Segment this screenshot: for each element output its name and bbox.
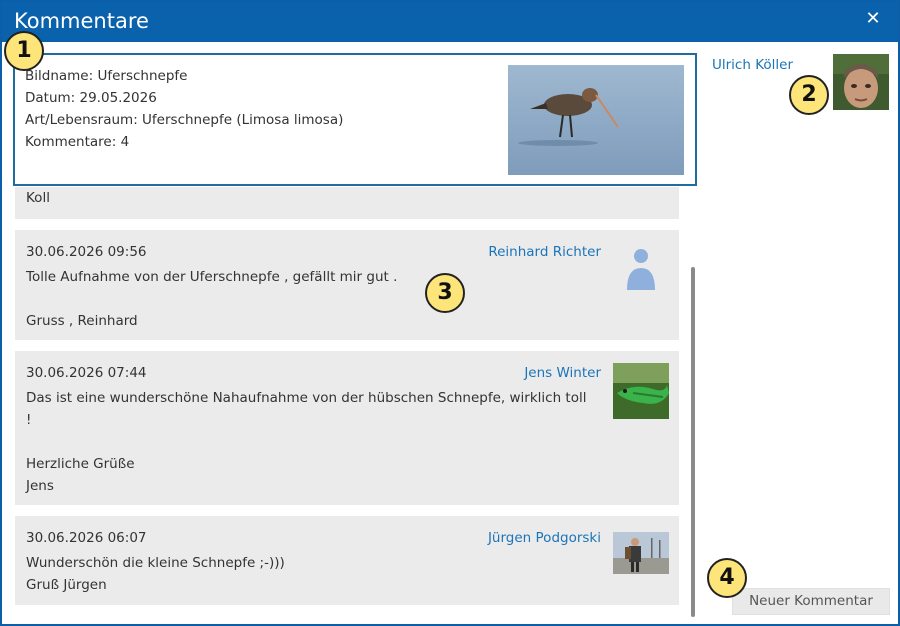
comment-item: Koll	[15, 187, 679, 219]
comment-item: 30.06.2026 07:44 Jens Winter Das ist ein…	[15, 351, 679, 505]
hiker-photo[interactable]	[613, 532, 669, 574]
new-comment-button[interactable]: Neuer Kommentar	[732, 588, 890, 615]
default-person-icon[interactable]	[613, 242, 669, 298]
info-kommentare: Kommentare: 4	[25, 134, 130, 150]
comments-scrollbar[interactable]	[691, 187, 697, 619]
info-bildname: Bildname: Uferschnepfe	[25, 68, 188, 84]
comment-item: 30.06.2026 06:07 Jürgen Podgorski Wunder…	[15, 516, 679, 605]
comment-author-link[interactable]: Jürgen Podgorski	[488, 530, 601, 546]
comment-date: 30.06.2026 09:56	[26, 244, 147, 260]
dialog-title: Kommentare	[14, 9, 149, 33]
lizard-photo[interactable]	[613, 363, 669, 419]
callout-marker-4: 4	[707, 558, 747, 598]
callout-marker-3: 3	[425, 273, 465, 313]
comment-date: 30.06.2026 07:44	[26, 365, 147, 381]
close-button[interactable]: ✕	[862, 8, 884, 30]
comment-text: Das ist eine wunderschöne Nahaufnahme vo…	[26, 390, 587, 494]
photo-info-box: Bildname: Uferschnepfe Datum: 29.05.2026…	[13, 53, 697, 186]
comment-author-link[interactable]: Jens Winter	[524, 365, 601, 381]
owner-name-link[interactable]: Ulrich Köller	[712, 57, 793, 73]
comments-list[interactable]: Koll 30.06.2026 09:56 Reinhard Richter T…	[13, 187, 703, 619]
comment-author-link[interactable]: Reinhard Richter	[488, 244, 601, 260]
dialog-titlebar: Kommentare ✕	[2, 2, 898, 42]
info-datum: Datum: 29.05.2026	[25, 90, 157, 106]
comment-text: Tolle Aufnahme von der Uferschnepfe , ge…	[26, 269, 398, 329]
godwit-photo[interactable]	[508, 65, 684, 175]
comment-text: Koll	[26, 190, 50, 206]
comment-date: 30.06.2026 06:07	[26, 530, 147, 546]
comments-dialog: Kommentare ✕ Bildname: Uferschnepfe Datu…	[0, 0, 900, 626]
owner-avatar[interactable]	[833, 54, 889, 110]
comment-text: Wunderschön die kleine Schnepfe ;-))) Gr…	[26, 555, 285, 593]
scroll-thumb[interactable]	[691, 267, 695, 617]
info-art: Art/Lebensraum: Uferschnepfe (Limosa lim…	[25, 112, 344, 128]
callout-marker-1: 1	[4, 31, 44, 71]
callout-marker-2: 2	[789, 75, 829, 115]
comment-item: 30.06.2026 09:56 Reinhard Richter Tolle …	[15, 230, 679, 340]
